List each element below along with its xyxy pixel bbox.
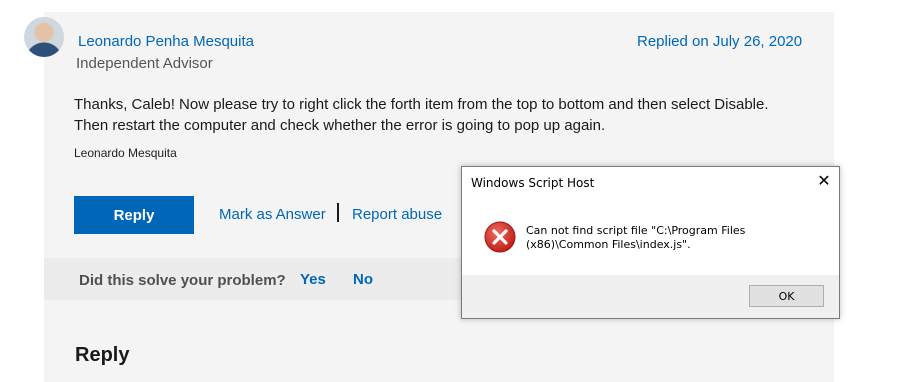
report-abuse-link[interactable]: Report abuse <box>352 206 442 223</box>
post-body: Thanks, Caleb! Now please try to right c… <box>74 94 814 136</box>
ok-button[interactable]: OK <box>749 285 824 307</box>
feedback-question: Did this solve your problem? <box>79 272 286 289</box>
feedback-no-link[interactable]: No <box>353 271 373 288</box>
author-role: Independent Advisor <box>76 55 213 72</box>
reply-heading: Reply <box>75 344 130 366</box>
error-icon <box>484 221 516 253</box>
author-name[interactable]: Leonardo Penha Mesquita <box>78 33 254 50</box>
dialog-title: Windows Script Host <box>471 176 595 190</box>
feedback-yes-link[interactable]: Yes <box>300 271 326 288</box>
post-body-line: Then restart the computer and check whet… <box>74 117 606 134</box>
dialog-message: Can not find script file "C:\Program Fil… <box>526 224 746 251</box>
post-body-line: Thanks, Caleb! Now please try to right c… <box>74 96 769 113</box>
close-icon[interactable]: ✕ <box>814 171 834 191</box>
mark-as-answer-link[interactable]: Mark as Answer <box>219 206 326 223</box>
script-host-dialog: Windows Script Host ✕ Can not find scrip… <box>461 166 840 319</box>
divider <box>337 203 339 222</box>
replied-date[interactable]: Replied on July 26, 2020 <box>637 33 802 50</box>
signature: Leonardo Mesquita <box>74 146 177 160</box>
reply-button[interactable]: Reply <box>74 196 194 234</box>
avatar[interactable] <box>24 17 64 57</box>
